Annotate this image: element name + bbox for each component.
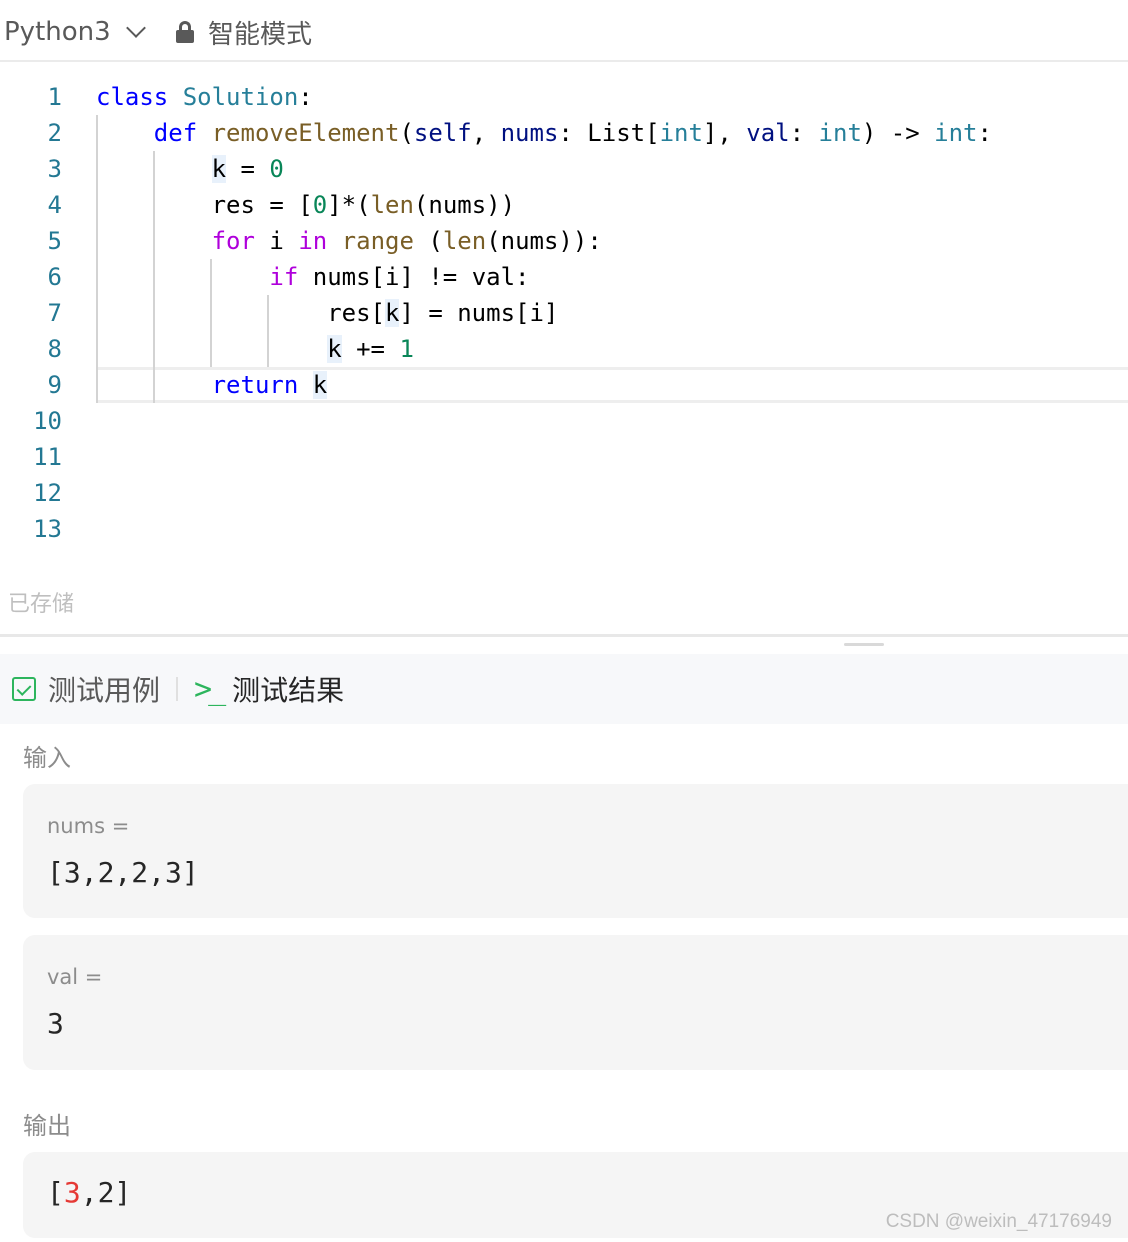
input-label: 输入 — [23, 744, 71, 772]
output-diff-value: 3 — [63, 1176, 81, 1209]
console-tabs: 测试用例 >_ 测试结果 — [0, 654, 1128, 724]
output-label: 输出 — [23, 1112, 71, 1140]
code-line[interactable]: k += 1 — [96, 331, 414, 367]
input-card-nums: nums = [3,2,2,3] — [23, 784, 1128, 918]
mode-label: 智能模式 — [208, 19, 313, 50]
line-number: 10 — [33, 407, 62, 435]
input-name: val = — [47, 965, 103, 989]
tab-test-results[interactable]: >_ 测试结果 — [194, 654, 344, 724]
code-line[interactable]: if nums[i] != val: — [96, 259, 529, 295]
output-open: [ — [47, 1176, 64, 1209]
line-number: 1 — [47, 83, 62, 111]
checkbox-icon — [12, 677, 36, 701]
language-label: Python3 — [4, 17, 111, 47]
tab-test-cases[interactable]: 测试用例 — [0, 654, 160, 724]
mode-indicator[interactable]: 智能模式 — [176, 14, 312, 50]
input-value: [3,2,2,3] — [47, 856, 199, 889]
line-number: 7 — [47, 299, 62, 327]
code-line[interactable]: res[k] = nums[i] — [96, 295, 558, 331]
line-number: 4 — [47, 191, 62, 219]
code-line[interactable]: def removeElement(self, nums: List[int],… — [96, 115, 992, 151]
editor-toolbar: Python3 智能模式 — [0, 0, 1128, 62]
output-value: [3,2] — [47, 1176, 131, 1209]
code-line[interactable]: k = 0 — [96, 151, 284, 187]
code-editor[interactable]: 1 2 3 4 5 6 7 8 9 10 11 12 13 class Solu… — [0, 64, 1128, 574]
watermark: CSDN @weixin_47176949 — [885, 1211, 1112, 1232]
input-name: nums = — [47, 814, 130, 838]
line-number: 2 — [47, 119, 62, 147]
code-line[interactable]: res = [0]*(len(nums)) — [96, 187, 515, 223]
chevron-down-icon — [125, 18, 146, 38]
line-number: 3 — [47, 155, 62, 183]
line-number: 6 — [47, 263, 62, 291]
output-rest: ,2] — [80, 1176, 132, 1209]
tab-label: 测试结果 — [232, 674, 345, 707]
lock-icon — [176, 21, 194, 43]
code-line[interactable]: class Solution: — [96, 79, 313, 115]
terminal-icon: >_ — [194, 671, 226, 707]
code-line[interactable]: return k — [96, 367, 328, 403]
line-number: 12 — [33, 479, 62, 507]
code-line[interactable]: for i in range (len(nums)): — [96, 223, 602, 259]
input-card-val: val = 3 — [23, 935, 1128, 1070]
tab-separator — [176, 677, 179, 701]
panel-divider — [0, 634, 1128, 637]
input-value: 3 — [47, 1007, 64, 1040]
line-number: 8 — [47, 335, 62, 363]
language-select[interactable]: Python3 — [4, 14, 146, 50]
line-number: 11 — [33, 443, 62, 471]
save-status: 已存储 — [8, 592, 75, 617]
line-number: 5 — [47, 227, 62, 255]
line-number: 9 — [47, 371, 62, 399]
tab-label: 测试用例 — [48, 674, 161, 707]
resize-handle[interactable] — [844, 643, 884, 646]
line-number: 13 — [33, 515, 62, 543]
